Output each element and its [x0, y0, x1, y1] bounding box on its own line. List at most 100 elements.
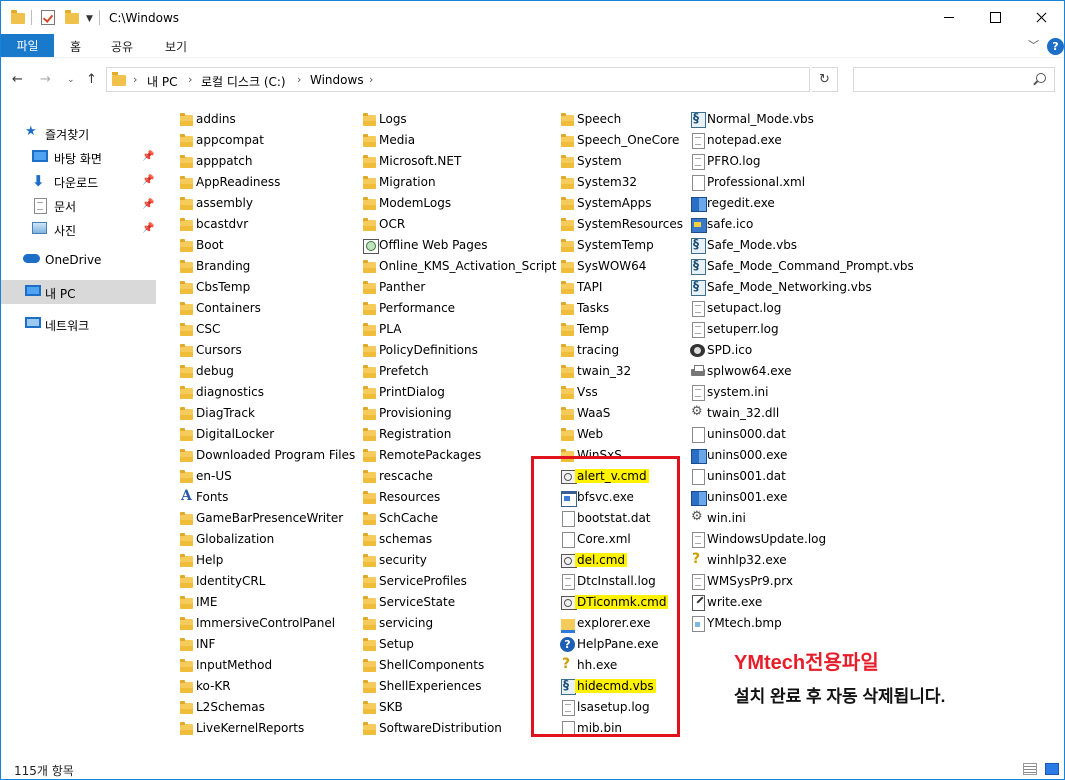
file-item[interactable]: Registration [362, 424, 562, 445]
nav-network[interactable]: 네트워크 [1, 312, 156, 336]
file-item[interactable]: WindowsUpdate.log [690, 529, 890, 550]
file-item[interactable]: addins [179, 109, 379, 130]
file-item[interactable]: Logs [362, 109, 562, 130]
file-item[interactable]: CSC [179, 319, 379, 340]
file-item[interactable]: Safe_Mode.vbs [690, 235, 890, 256]
file-item[interactable]: Professional.xml [690, 172, 890, 193]
file-item[interactable]: unins001.exe [690, 487, 890, 508]
chevron-right-icon[interactable]: › [133, 73, 137, 86]
file-item[interactable]: write.exe [690, 592, 890, 613]
properties-icon[interactable] [41, 10, 55, 25]
address-bar[interactable]: › 내 PC › 로컬 디스크 (C:) › Windows › ⌄ [106, 67, 905, 92]
file-item[interactable]: OCR [362, 214, 562, 235]
file-item[interactable]: system.ini [690, 382, 890, 403]
help-icon[interactable]: ? [1047, 38, 1064, 55]
file-item[interactable]: notepad.exe [690, 130, 890, 151]
file-item[interactable]: Prefetch [362, 361, 562, 382]
file-item[interactable]: YMtech.bmp [690, 613, 890, 634]
tab-home[interactable]: 홈 [70, 38, 81, 55]
file-item[interactable]: ModemLogs [362, 193, 562, 214]
file-item[interactable]: Boot [179, 235, 379, 256]
file-item[interactable]: IdentityCRL [179, 571, 379, 592]
file-item[interactable]: DigitalLocker [179, 424, 379, 445]
recent-dropdown-icon[interactable]: ⌄ [67, 75, 75, 85]
file-item[interactable]: CbsTemp [179, 277, 379, 298]
nav-documents[interactable]: 문서 📌 [1, 193, 156, 217]
file-item[interactable]: Performance [362, 298, 562, 319]
file-item[interactable]: winhlp32.exe [690, 550, 890, 571]
file-item[interactable]: Containers [179, 298, 379, 319]
maximize-button[interactable] [972, 1, 1018, 34]
file-item[interactable]: Media [362, 130, 562, 151]
pin-icon[interactable]: 📌 [142, 223, 154, 234]
file-item[interactable]: unins000.exe [690, 445, 890, 466]
file-item[interactable]: Microsoft.NET [362, 151, 562, 172]
file-item[interactable]: Safe_Mode_Command_Prompt.vbs [690, 256, 914, 277]
file-item[interactable]: L2Schemas [179, 697, 379, 718]
file-item[interactable]: WMSysPr9.prx [690, 571, 890, 592]
breadcrumb-local-disk[interactable]: 로컬 디스크 (C:) [201, 73, 286, 90]
file-item[interactable]: Globalization [179, 529, 379, 550]
file-item[interactable]: unins000.dat [690, 424, 890, 445]
pin-icon[interactable]: 📌 [142, 199, 154, 210]
file-item[interactable]: PFRO.log [690, 151, 890, 172]
file-item[interactable]: splwow64.exe [690, 361, 890, 382]
file-item[interactable]: apppatch [179, 151, 379, 172]
file-item[interactable]: ImmersiveControlPanel [179, 613, 379, 634]
file-item[interactable]: Migration [362, 172, 562, 193]
nav-desktop[interactable]: 바탕 화면 📌 [1, 145, 156, 169]
chevron-right-icon[interactable]: › [188, 73, 192, 86]
file-item[interactable]: Provisioning [362, 403, 562, 424]
quick-access-dropdown-icon[interactable]: ▼ [86, 14, 93, 24]
file-item[interactable]: Normal_Mode.vbs [690, 109, 890, 130]
pin-icon[interactable]: 📌 [142, 151, 154, 162]
tab-share[interactable]: 공유 [111, 38, 133, 55]
ribbon-expand-icon[interactable]: ﹀ [1028, 37, 1039, 53]
file-item[interactable]: DiagTrack [179, 403, 379, 424]
large-icons-view-icon[interactable] [1045, 763, 1059, 775]
refresh-button[interactable]: ↻ [812, 67, 838, 92]
file-item[interactable]: unins001.dat [690, 466, 890, 487]
new-folder-icon[interactable] [65, 10, 79, 24]
chevron-right-icon[interactable]: › [297, 73, 301, 86]
file-item[interactable]: Cursors [179, 340, 379, 361]
search-input[interactable] [853, 67, 1055, 92]
file-item[interactable]: GameBarPresenceWriter [179, 508, 379, 529]
file-item[interactable]: twain_32.dll [690, 403, 890, 424]
nav-downloads[interactable]: ⬇ 다운로드 📌 [1, 169, 156, 193]
nav-pictures[interactable]: 사진 📌 [1, 217, 156, 241]
file-item[interactable]: win.ini [690, 508, 890, 529]
file-item[interactable]: Help [179, 550, 379, 571]
pin-icon[interactable]: 📌 [142, 175, 154, 186]
details-view-icon[interactable] [1023, 763, 1037, 775]
file-item[interactable]: LiveKernelReports [179, 718, 379, 739]
nav-quick-access[interactable]: ★ 즐겨찾기 [1, 121, 156, 145]
file-item[interactable]: Online_KMS_Activation_Script [362, 256, 562, 277]
file-item[interactable]: PolicyDefinitions [362, 340, 562, 361]
breadcrumb-windows[interactable]: Windows [310, 73, 364, 87]
file-item[interactable]: IME [179, 592, 379, 613]
file-item[interactable]: en-US [179, 466, 379, 487]
file-item[interactable]: AppReadiness [179, 172, 379, 193]
file-item[interactable]: Offline Web Pages [362, 235, 562, 256]
file-item[interactable]: assembly [179, 193, 379, 214]
file-item[interactable]: PrintDialog [362, 382, 562, 403]
file-item[interactable]: diagnostics [179, 382, 379, 403]
up-icon[interactable]: ↑ [86, 72, 97, 87]
nav-this-pc[interactable]: 내 PC [1, 280, 156, 304]
nav-onedrive[interactable]: OneDrive [1, 248, 156, 272]
chevron-right-icon[interactable]: › [369, 73, 373, 86]
file-item[interactable]: InputMethod [179, 655, 379, 676]
file-item[interactable]: PLA [362, 319, 562, 340]
file-item[interactable]: regedit.exe [690, 193, 890, 214]
file-item[interactable]: setupact.log [690, 298, 890, 319]
file-item[interactable]: appcompat [179, 130, 379, 151]
file-item[interactable]: INF [179, 634, 379, 655]
file-item[interactable]: Safe_Mode_Networking.vbs [690, 277, 890, 298]
file-item[interactable]: debug [179, 361, 379, 382]
back-icon[interactable]: ← [12, 72, 23, 87]
file-item[interactable]: setuperr.log [690, 319, 890, 340]
tab-view[interactable]: 보기 [165, 38, 187, 55]
file-item[interactable]: SPD.ico [690, 340, 890, 361]
file-item[interactable]: bcastdvr [179, 214, 379, 235]
